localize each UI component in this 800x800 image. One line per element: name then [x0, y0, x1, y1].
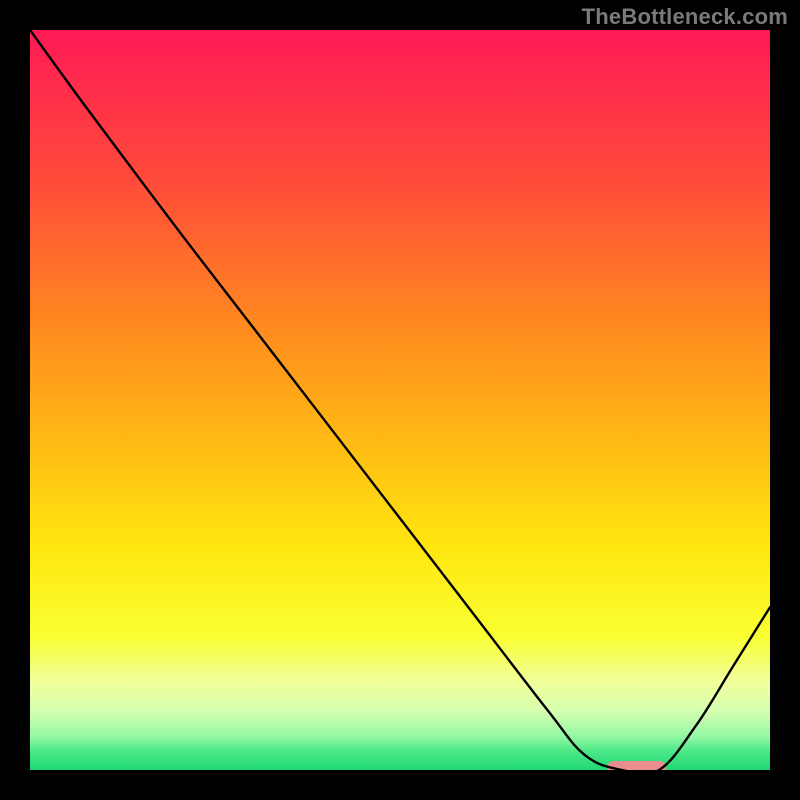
chart-svg	[30, 30, 770, 770]
plot-area	[30, 30, 770, 770]
gradient-background	[30, 30, 770, 770]
chart-container: TheBottleneck.com	[0, 0, 800, 800]
watermark-text: TheBottleneck.com	[582, 4, 788, 30]
